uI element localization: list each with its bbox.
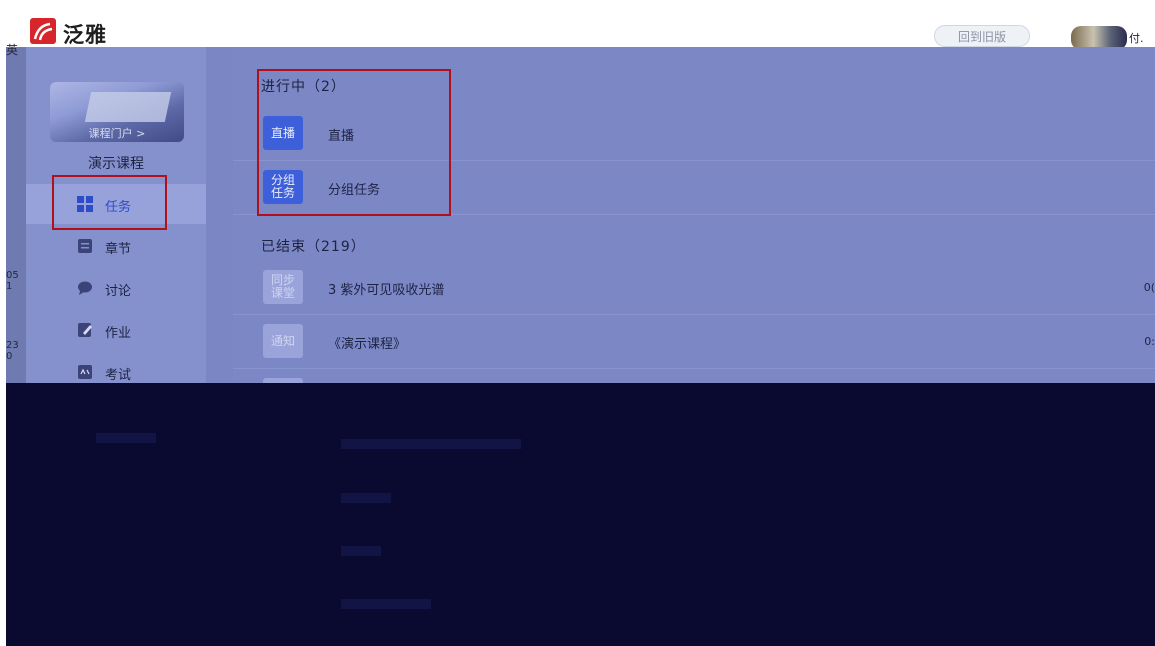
highlight-in-progress bbox=[257, 69, 451, 216]
screenshot-frame: 泛雅 回到旧版 付. 英 05 1 23 0 课程门户 > 演示课程 任务 章节… bbox=[6, 7, 1155, 646]
ghost-row-shape bbox=[341, 546, 381, 556]
top-header: 泛雅 回到旧版 付. bbox=[6, 7, 1155, 50]
sidebar-item-homework[interactable]: 作业 bbox=[26, 310, 206, 350]
ghost-sidebar-shape bbox=[96, 433, 156, 443]
sidebar-item-chapters[interactable]: 章节 bbox=[26, 226, 206, 266]
ghost-row-shape bbox=[341, 439, 521, 449]
sidebar-item-label: 章节 bbox=[105, 242, 132, 257]
background-date: 05 1 bbox=[6, 270, 19, 292]
task-date: 0: bbox=[1144, 335, 1155, 348]
background-date: 23 0 bbox=[6, 340, 19, 362]
task-row[interactable]: 通知 《演示课程》 0: bbox=[233, 315, 1155, 369]
course-portal-link[interactable]: 课程门户 > bbox=[50, 125, 184, 141]
dark-overlay-area bbox=[6, 383, 1155, 646]
task-title: 《演示课程》 bbox=[328, 337, 407, 352]
course-title: 演示课程 bbox=[88, 156, 144, 172]
ghost-row-shape bbox=[341, 599, 431, 609]
fanya-logo-icon bbox=[30, 18, 56, 44]
task-title: 3 紫外可见吸收光谱 bbox=[328, 283, 445, 298]
laptop-illustration bbox=[84, 92, 172, 122]
task-type-badge: 同步课堂 bbox=[263, 270, 303, 304]
course-modal: 课程门户 > 演示课程 任务 章节 讨论 作业 考试 进行中（2） 直播 直播 … bbox=[26, 47, 1155, 412]
sidebar-item-label: 作业 bbox=[105, 326, 132, 341]
user-name[interactable]: 付. bbox=[1129, 30, 1144, 46]
homework-icon bbox=[78, 323, 92, 337]
background-strip-text: 英 bbox=[6, 43, 19, 57]
exam-icon bbox=[78, 365, 92, 379]
chat-icon bbox=[78, 281, 92, 295]
back-to-old-version-button[interactable]: 回到旧版 bbox=[934, 25, 1030, 47]
task-type-badge: 通知 bbox=[263, 324, 303, 358]
brand-name: 泛雅 bbox=[63, 23, 107, 47]
task-date: 0( bbox=[1143, 281, 1155, 294]
task-type-badge-text: 同步课堂 bbox=[270, 273, 295, 300]
sidebar-item-label: 考试 bbox=[105, 368, 132, 383]
sidebar-item-label: 讨论 bbox=[105, 284, 132, 299]
ghost-row-shape bbox=[341, 493, 391, 503]
task-row[interactable]: 同步课堂 3 紫外可见吸收光谱 0( bbox=[233, 261, 1155, 315]
highlight-tasks-nav bbox=[52, 175, 167, 230]
sidebar-item-discussion[interactable]: 讨论 bbox=[26, 268, 206, 308]
ended-heading: 已结束（219） bbox=[261, 239, 366, 255]
chapter-icon bbox=[78, 239, 92, 253]
